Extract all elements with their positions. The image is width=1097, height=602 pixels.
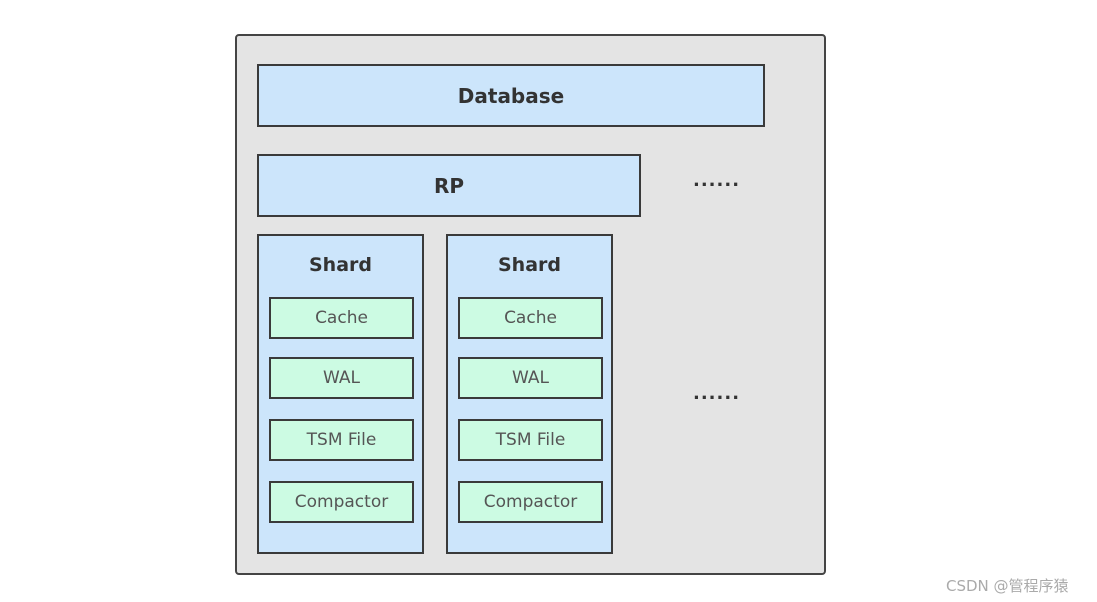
- rp-ellipsis: ......: [693, 170, 741, 191]
- wal-box: WAL: [458, 357, 603, 399]
- rp-box: RP: [257, 154, 641, 217]
- compactor-box: Compactor: [458, 481, 603, 523]
- tsm-file-box: TSM File: [269, 419, 414, 461]
- shard-title: Shard: [497, 254, 561, 276]
- tsm-file-box: TSM File: [458, 419, 603, 461]
- cache-box: Cache: [458, 297, 603, 339]
- shard-ellipsis: ......: [693, 383, 741, 404]
- shard-title: Shard: [308, 254, 372, 276]
- cache-box: Cache: [269, 297, 414, 339]
- shard-box: Shard Cache WAL TSM File Compactor: [257, 234, 424, 554]
- database-box: Database: [257, 64, 765, 127]
- shard-box: Shard Cache WAL TSM File Compactor: [446, 234, 613, 554]
- watermark: CSDN @管程序猿: [946, 577, 1069, 595]
- wal-box: WAL: [269, 357, 414, 399]
- compactor-box: Compactor: [269, 481, 414, 523]
